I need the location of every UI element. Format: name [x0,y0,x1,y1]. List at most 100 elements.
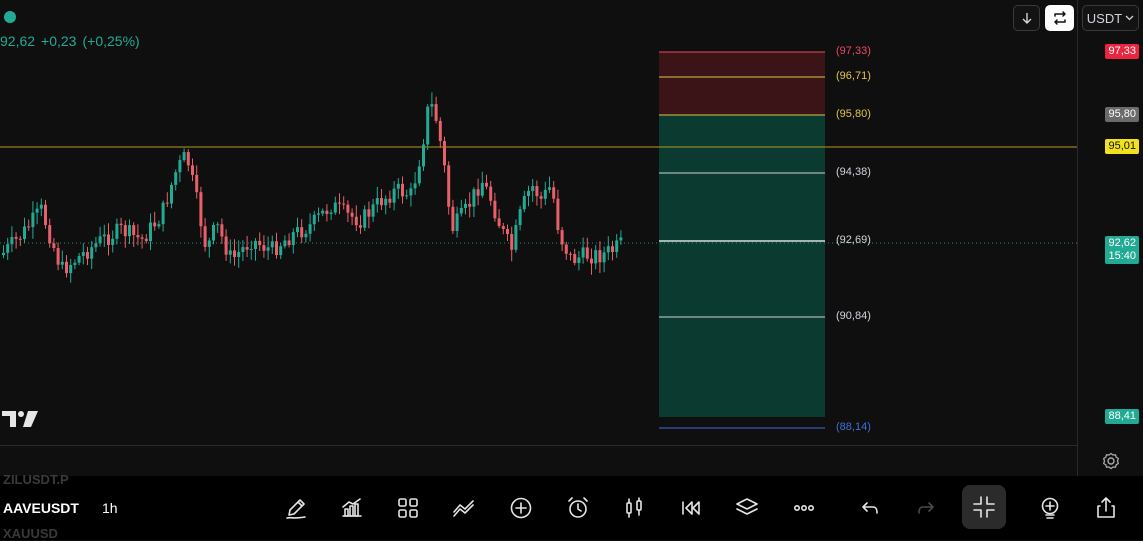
layers-button[interactable] [731,490,763,526]
candle-body [556,198,560,231]
candle-body [52,243,56,249]
level-label-90-84: (90,84) [836,310,871,322]
current-symbol[interactable]: AAVEUSDT [3,500,79,516]
candle-body [569,253,572,255]
candle-body [296,227,299,233]
pane-separator [0,445,1077,446]
share-button[interactable] [1090,490,1122,526]
symbol-quote: 92,62 +0,23 (+0,25%) [0,33,146,49]
drawings-button[interactable] [448,490,480,526]
replay-button[interactable] [675,490,707,526]
candle-body [501,226,505,230]
candle-body [107,234,110,245]
stop-price-tag: 97,33 [1105,44,1139,59]
candle-body [485,182,488,187]
candle-body [438,120,442,142]
drawing-line-icon [453,500,474,517]
candle-body [539,196,543,199]
candle-body [413,183,417,189]
plus-circle-icon [510,497,532,519]
candle-body [522,196,526,210]
candle-body [224,236,228,255]
timeframe-selector[interactable]: 1h [102,500,118,516]
candle-body [594,250,598,264]
level-label-92-69: (92,69) [836,234,871,246]
chart-canvas[interactable]: 92,62 +0,23 (+0,25%) (97,33) (96,71) (95,8… [0,0,1139,445]
next-symbol[interactable]: XAUUSD [3,526,58,541]
redo-icon [918,502,934,514]
candle-body [447,165,451,207]
settings-icon[interactable] [1102,452,1120,470]
chart-type-button[interactable] [618,490,650,526]
line-price-tag: 95,01 [1105,139,1139,154]
candle-body [468,203,472,207]
candle-body [186,152,190,166]
candle-body [207,240,211,247]
collapse-icon [973,496,995,518]
candle-body [375,198,379,205]
candle-body [73,262,77,265]
price-scale[interactable]: 97,33 95,80 95,01 92,62 15:40 88,41 [1077,0,1143,476]
candle-body [195,174,199,193]
candle-body [157,224,161,227]
candle-body [287,240,291,246]
candlestick-chart[interactable] [0,0,1077,445]
add-symbol-icon [1041,497,1059,519]
add-symbol-button[interactable] [1034,490,1066,526]
candle-body [527,190,530,197]
candle-body [56,248,60,265]
candle-body [140,237,144,239]
candle-body [18,238,22,240]
candle-body [283,240,287,247]
candle-body [90,247,94,259]
level-label-96-71: (96,71) [836,70,871,82]
candle-body [48,225,52,244]
stop-loss-zone [659,52,825,115]
candle-body [170,184,173,204]
candle-body [577,257,581,263]
candlestick-icon [626,497,642,518]
candle-body [27,226,31,228]
alarm-icon [568,497,588,518]
candle-body [35,208,39,213]
candle-body [346,204,350,213]
candle-body [606,246,610,253]
candle-body [23,226,26,240]
alert-button[interactable] [562,490,594,526]
tradingview-logo [2,411,38,427]
candle-body [102,234,106,237]
candle-body [241,247,245,253]
candle-body [165,202,169,204]
redo-button[interactable] [910,490,942,526]
candle-body [476,189,480,196]
candle-body [111,238,115,245]
candle-body [14,237,18,239]
candle-body [300,227,304,238]
undo-icon [862,502,878,514]
undo-button[interactable] [854,490,886,526]
candle-body [619,237,623,241]
fullscreen-toggle-button[interactable] [962,485,1006,529]
arrow-down-icon [1022,13,1031,24]
draw-tool-button[interactable] [280,490,312,526]
candle-body [329,212,333,214]
candle-body [388,198,392,203]
sync-button[interactable] [1045,5,1074,31]
prev-symbol[interactable]: ZILUSDT.P [3,472,69,487]
candle-body [245,247,249,250]
indicators-button[interactable] [336,490,368,526]
candle-body [94,243,98,248]
candle-body [367,209,371,217]
scroll-down-button[interactable] [1013,5,1040,31]
candle-body [308,224,312,234]
candle-body [363,209,367,228]
candle-body [153,222,157,227]
candle-body [39,204,43,209]
layouts-button[interactable] [392,490,424,526]
candle-body [531,186,535,191]
candle-body [258,240,262,246]
candle-body [590,258,593,264]
add-button[interactable] [505,490,537,526]
level-label-95-80: (95,80) [836,108,871,120]
more-button[interactable] [788,490,820,526]
